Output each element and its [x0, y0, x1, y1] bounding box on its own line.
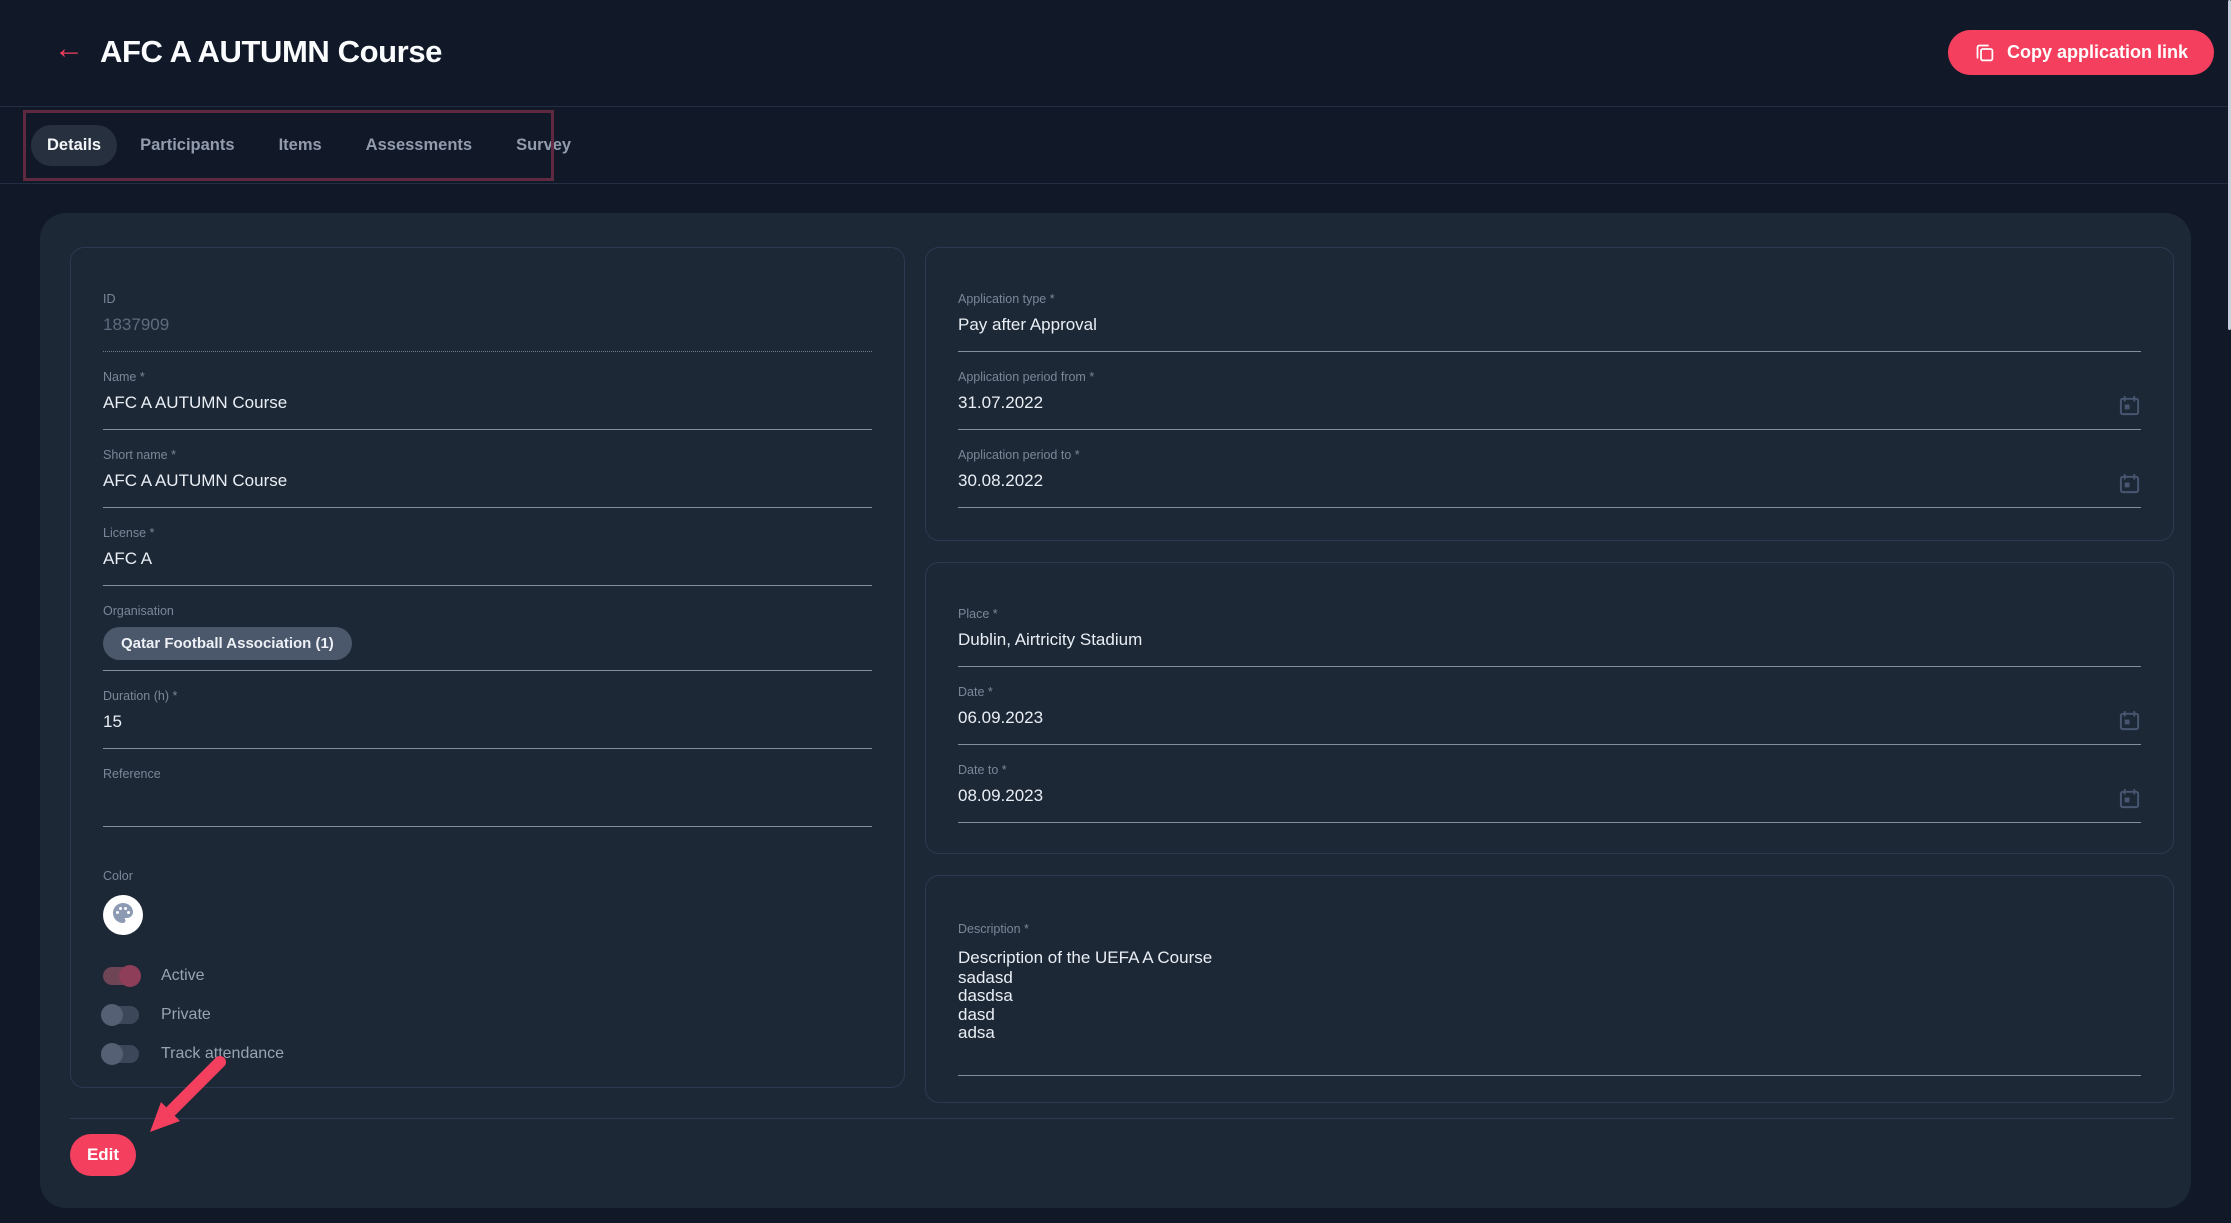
license-label: License *: [103, 526, 872, 540]
tab-participants[interactable]: Participants: [119, 125, 255, 166]
id-value: 1837909: [103, 315, 872, 352]
short-name-field: Short name * AFC A AUTUMN Course: [103, 448, 872, 508]
application-type-value: Pay after Approval: [958, 315, 2141, 352]
organisation-field: Organisation Qatar Football Association …: [103, 604, 872, 671]
track-attendance-toggle-label: Track attendance: [161, 1045, 284, 1063]
toggle-private[interactable]: Private: [103, 1002, 872, 1028]
copy-application-link-button[interactable]: Copy application link: [1948, 30, 2214, 75]
application-type-field: Application type * Pay after Approval: [958, 292, 2141, 352]
calendar-icon[interactable]: [2118, 709, 2141, 732]
edit-button[interactable]: Edit: [70, 1134, 136, 1176]
description-line: sadasd: [958, 969, 2141, 988]
license-field: License * AFC A: [103, 526, 872, 586]
application-type-label: Application type *: [958, 292, 2141, 306]
id-label: ID: [103, 292, 872, 306]
color-section: Color: [103, 869, 872, 935]
tab-survey[interactable]: Survey: [495, 125, 592, 166]
back-arrow-icon[interactable]: ←: [54, 34, 84, 64]
copy-icon: [1974, 42, 1995, 63]
page-header: ← AFC A AUTUMN Course Copy application l…: [0, 0, 2231, 107]
application-period-from-field: Application period from * 31.07.2022: [958, 370, 2141, 430]
description-line: Description of the UEFA A Course: [958, 949, 2141, 968]
description-card: Description * Description of the UEFA A …: [925, 875, 2174, 1103]
duration-label: Duration (h) *: [103, 689, 872, 703]
active-toggle-label: Active: [161, 967, 205, 985]
place-field: Place * Dublin, Airtricity Stadium: [958, 607, 2141, 667]
switch-knob: [101, 1043, 123, 1065]
footer-divider: [70, 1118, 2174, 1119]
private-toggle-label: Private: [161, 1006, 211, 1024]
active-switch[interactable]: [103, 967, 139, 985]
organisation-chip-row: Qatar Football Association (1): [103, 627, 872, 671]
name-value: AFC A AUTUMN Course: [103, 393, 872, 430]
organisation-chip[interactable]: Qatar Football Association (1): [103, 627, 352, 660]
toggle-track-attendance[interactable]: Track attendance: [103, 1041, 872, 1067]
calendar-icon[interactable]: [2118, 472, 2141, 495]
calendar-icon[interactable]: [2118, 394, 2141, 417]
tab-items[interactable]: Items: [258, 125, 343, 166]
date-field: Date * 06.09.2023: [958, 685, 2141, 745]
description-line: dasdsa: [958, 987, 2141, 1006]
date-value: 06.09.2023: [958, 708, 2141, 745]
name-field: Name * AFC A AUTUMN Course: [103, 370, 872, 430]
place-label: Place *: [958, 607, 2141, 621]
license-value: AFC A: [103, 549, 872, 586]
details-panel: ID 1837909 Name * AFC A AUTUMN Course Sh…: [40, 213, 2191, 1208]
tab-details[interactable]: Details: [31, 125, 117, 166]
short-name-label: Short name *: [103, 448, 872, 462]
switch-knob: [101, 1004, 123, 1026]
application-period-from-label: Application period from *: [958, 370, 2141, 384]
date-label: Date *: [958, 685, 2141, 699]
description-underline: [958, 1075, 2141, 1076]
toggles-section: Active Private Track attendance: [103, 963, 872, 1067]
date-to-field: Date to * 08.09.2023: [958, 763, 2141, 823]
track-attendance-switch[interactable]: [103, 1045, 139, 1063]
color-label: Color: [103, 869, 872, 883]
description-line: dasd: [958, 1006, 2141, 1025]
private-switch[interactable]: [103, 1006, 139, 1024]
reference-field: Reference: [103, 767, 872, 827]
date-to-label: Date to *: [958, 763, 2141, 777]
name-label: Name *: [103, 370, 872, 384]
toggle-active[interactable]: Active: [103, 963, 872, 989]
calendar-icon[interactable]: [2118, 787, 2141, 810]
page-title: AFC A AUTUMN Course: [100, 34, 442, 70]
application-card: Application type * Pay after Approval Ap…: [925, 247, 2174, 541]
place-date-card: Place * Dublin, Airtricity Stadium Date …: [925, 562, 2174, 854]
reference-label: Reference: [103, 767, 872, 781]
date-to-value: 08.09.2023: [958, 786, 2141, 823]
duration-field: Duration (h) * 15: [103, 689, 872, 749]
color-picker-button[interactable]: [103, 895, 143, 935]
tab-assessments[interactable]: Assessments: [345, 125, 493, 166]
description-label: Description *: [958, 922, 2141, 936]
description-line: adsa: [958, 1024, 2141, 1043]
application-period-to-label: Application period to *: [958, 448, 2141, 462]
place-value: Dublin, Airtricity Stadium: [958, 630, 2141, 667]
application-period-to-value: 30.08.2022: [958, 471, 2141, 508]
id-field: ID 1837909: [103, 292, 872, 352]
copy-button-label: Copy application link: [2007, 42, 2188, 63]
switch-knob: [119, 965, 141, 987]
application-period-to-field: Application period to * 30.08.2022: [958, 448, 2141, 508]
organisation-label: Organisation: [103, 604, 872, 618]
palette-icon: [111, 901, 135, 930]
general-info-card: ID 1837909 Name * AFC A AUTUMN Course Sh…: [70, 247, 905, 1088]
short-name-value: AFC A AUTUMN Course: [103, 471, 872, 508]
description-value: Description of the UEFA A Course sadasd …: [958, 949, 2141, 1043]
reference-value: [103, 790, 872, 827]
application-period-from-value: 31.07.2022: [958, 393, 2141, 430]
tab-bar: Details Participants Items Assessments S…: [0, 107, 2231, 184]
duration-value: 15: [103, 712, 872, 749]
